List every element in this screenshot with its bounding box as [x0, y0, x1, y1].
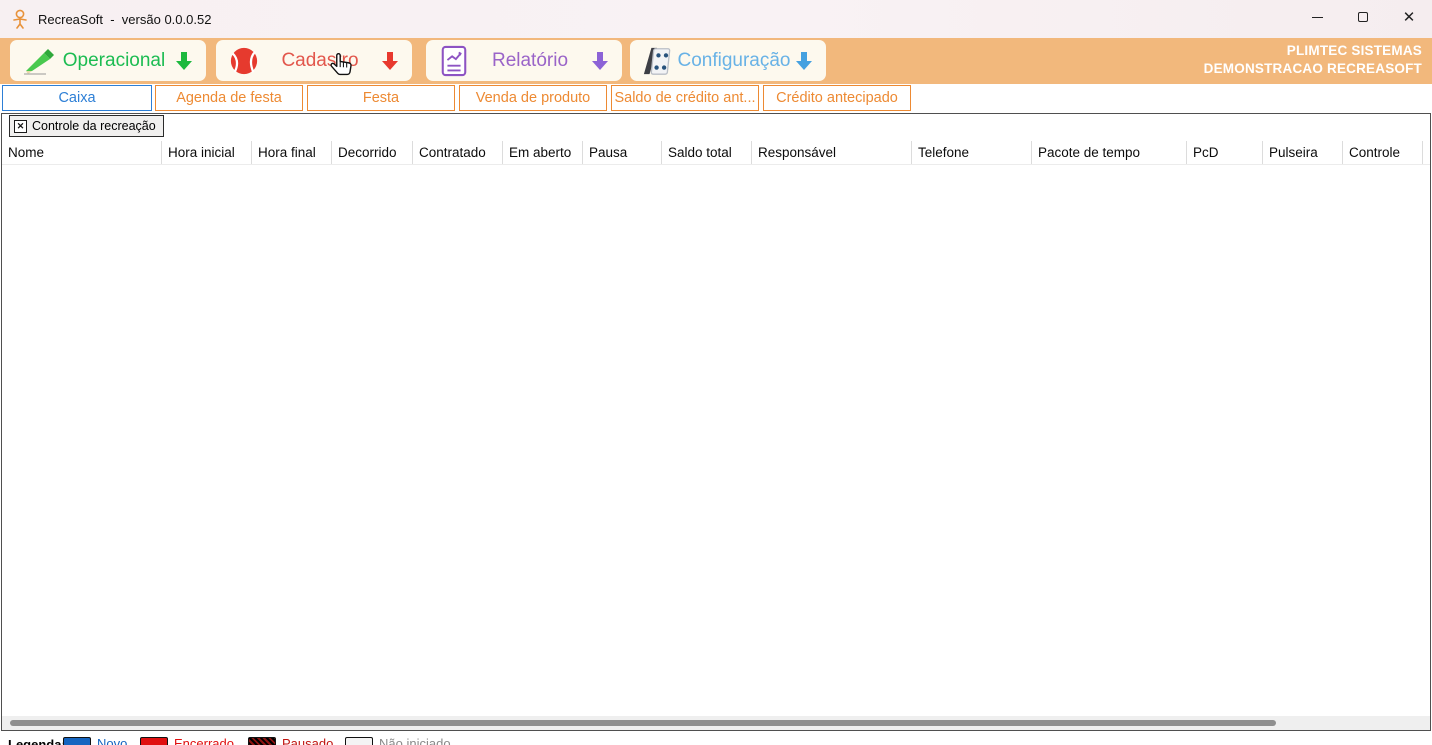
minimize-button[interactable]	[1294, 0, 1340, 34]
tab-label: Controle da recreação	[32, 119, 156, 133]
scrollbar-thumb[interactable]	[10, 720, 1276, 726]
dropdown-arrow-icon	[588, 49, 612, 73]
column-header-responsavel[interactable]: Responsável	[752, 141, 912, 164]
column-header-nome[interactable]: Nome	[2, 141, 162, 164]
close-icon: ✕	[1403, 10, 1416, 25]
column-header-hora-inicial[interactable]: Hora inicial	[162, 141, 252, 164]
legend-item: Encerrado	[140, 736, 234, 745]
legend-swatch-gray	[345, 737, 373, 745]
menu-label: Configuração	[676, 50, 792, 72]
tab-close-icon[interactable]: ✕	[14, 120, 27, 133]
titlebar: RecreaSoft - versão 0.0.0.52 ✕	[0, 0, 1432, 38]
subtab-venda-de-produto[interactable]: Venda de produto	[459, 85, 607, 111]
grid-header-row: Nome Hora inicial Hora final Decorrido C…	[2, 141, 1430, 165]
tab-controle-da-recreacao[interactable]: ✕ Controle da recreação	[9, 115, 164, 137]
menu-operacional[interactable]: Operacional	[10, 40, 206, 81]
ball-icon	[226, 45, 262, 77]
column-header-controle[interactable]: Controle	[1343, 141, 1423, 164]
horizontal-scrollbar[interactable]	[2, 716, 1430, 730]
column-header-pausa[interactable]: Pausa	[583, 141, 662, 164]
maximize-button[interactable]	[1340, 0, 1386, 34]
brand-line1: PLIMTEC SISTEMAS	[1204, 42, 1422, 60]
grid-body-empty	[2, 165, 1430, 716]
column-header-em-aberto[interactable]: Em aberto	[503, 141, 583, 164]
close-button[interactable]: ✕	[1386, 0, 1432, 34]
column-header-telefone[interactable]: Telefone	[912, 141, 1032, 164]
window-title: RecreaSoft - versão 0.0.0.52	[38, 12, 211, 27]
column-header-contratado[interactable]: Contratado	[413, 141, 503, 164]
maximize-icon	[1358, 12, 1368, 22]
legend-swatch-blue	[63, 737, 91, 745]
subtab-agenda-de-festa[interactable]: Agenda de festa	[155, 85, 303, 111]
report-icon	[436, 45, 472, 77]
column-header-pcd[interactable]: PcD	[1187, 141, 1263, 164]
legend-item: Pausado	[248, 736, 333, 745]
column-header-saldo-total[interactable]: Saldo total	[662, 141, 752, 164]
dropdown-arrow-icon	[792, 49, 816, 73]
ribbon-menu: Operacional Cadastro Relatório	[0, 38, 1432, 84]
sub-button-row: Caixa Agenda de festa Festa Venda de pro…	[0, 84, 1432, 113]
subtab-caixa[interactable]: Caixa	[2, 85, 152, 111]
menu-cadastro[interactable]: Cadastro	[216, 40, 412, 81]
menu-configuracao[interactable]: Configuração	[630, 40, 826, 81]
menu-label: Cadastro	[262, 50, 378, 72]
gingerbread-app-icon	[11, 9, 29, 29]
legend-row: Legenda: Novo Encerrado Pausado Não inic…	[0, 734, 1432, 745]
column-header-pulseira[interactable]: Pulseira	[1263, 141, 1343, 164]
subtab-saldo-de-credito[interactable]: Saldo de crédito ant...	[611, 85, 759, 111]
subtab-festa[interactable]: Festa	[307, 85, 455, 111]
legend-title: Legenda:	[8, 737, 66, 745]
dropdown-arrow-icon	[172, 49, 196, 73]
marker-icon	[20, 45, 56, 77]
legend-item: Novo	[63, 736, 127, 745]
menu-relatorio[interactable]: Relatório	[426, 40, 622, 81]
menu-label: Operacional	[56, 50, 172, 72]
brand-text: PLIMTEC SISTEMAS DEMONSTRACAO RECREASOFT	[1204, 42, 1422, 78]
minimize-icon	[1312, 17, 1323, 18]
column-header-pacote-de-tempo[interactable]: Pacote de tempo	[1032, 141, 1187, 164]
column-header-decorrido[interactable]: Decorrido	[332, 141, 413, 164]
brand-line2: DEMONSTRACAO RECREASOFT	[1204, 60, 1422, 78]
subtab-credito-antecipado[interactable]: Crédito antecipado	[763, 85, 911, 111]
legend-item: Não iniciado	[345, 736, 451, 745]
column-header-hora-final[interactable]: Hora final	[252, 141, 332, 164]
legend-swatch-hatched	[248, 737, 276, 745]
dropdown-arrow-icon	[378, 49, 402, 73]
legend-swatch-red	[140, 737, 168, 745]
domino-icon	[640, 45, 676, 77]
menu-label: Relatório	[472, 50, 588, 72]
tab-control: ✕ Controle da recreação Nome Hora inicia…	[1, 113, 1431, 731]
